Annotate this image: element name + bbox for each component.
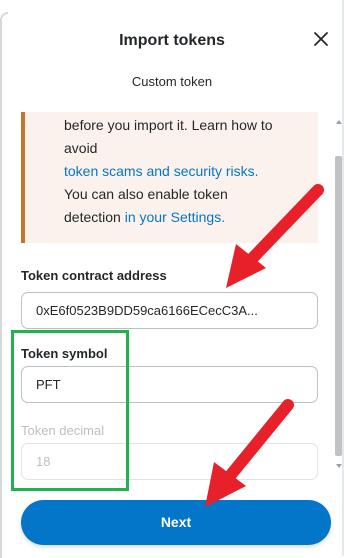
warning-text-fragment: detection [64,209,125,225]
page-title: Import tokens [119,32,225,49]
settings-link[interactable]: in your Settings. [125,209,225,225]
scrollbar-thumb[interactable] [335,156,342,456]
next-button[interactable]: Next [21,500,331,545]
scroll-up-icon[interactable] [335,118,343,126]
scam-risks-link[interactable]: token scams and security risks. [64,160,308,183]
close-icon[interactable] [312,30,330,48]
tab-custom-token[interactable]: Custom token [0,74,344,89]
contract-address-input[interactable] [21,292,318,329]
highlight-box [11,330,129,491]
warning-text-line: detection in your Settings. [64,206,308,229]
contract-address-label: Token contract address [21,268,167,283]
scroll-down-icon[interactable] [335,462,343,470]
warning-banner: before you import it. Learn how to avoid… [21,112,318,243]
warning-text-line: You can also enable token [64,186,228,202]
warning-text-line: before you import it. Learn how to [64,117,273,133]
warning-text-line: avoid [64,140,98,156]
modal-header: Import tokens Custom token [0,0,344,110]
